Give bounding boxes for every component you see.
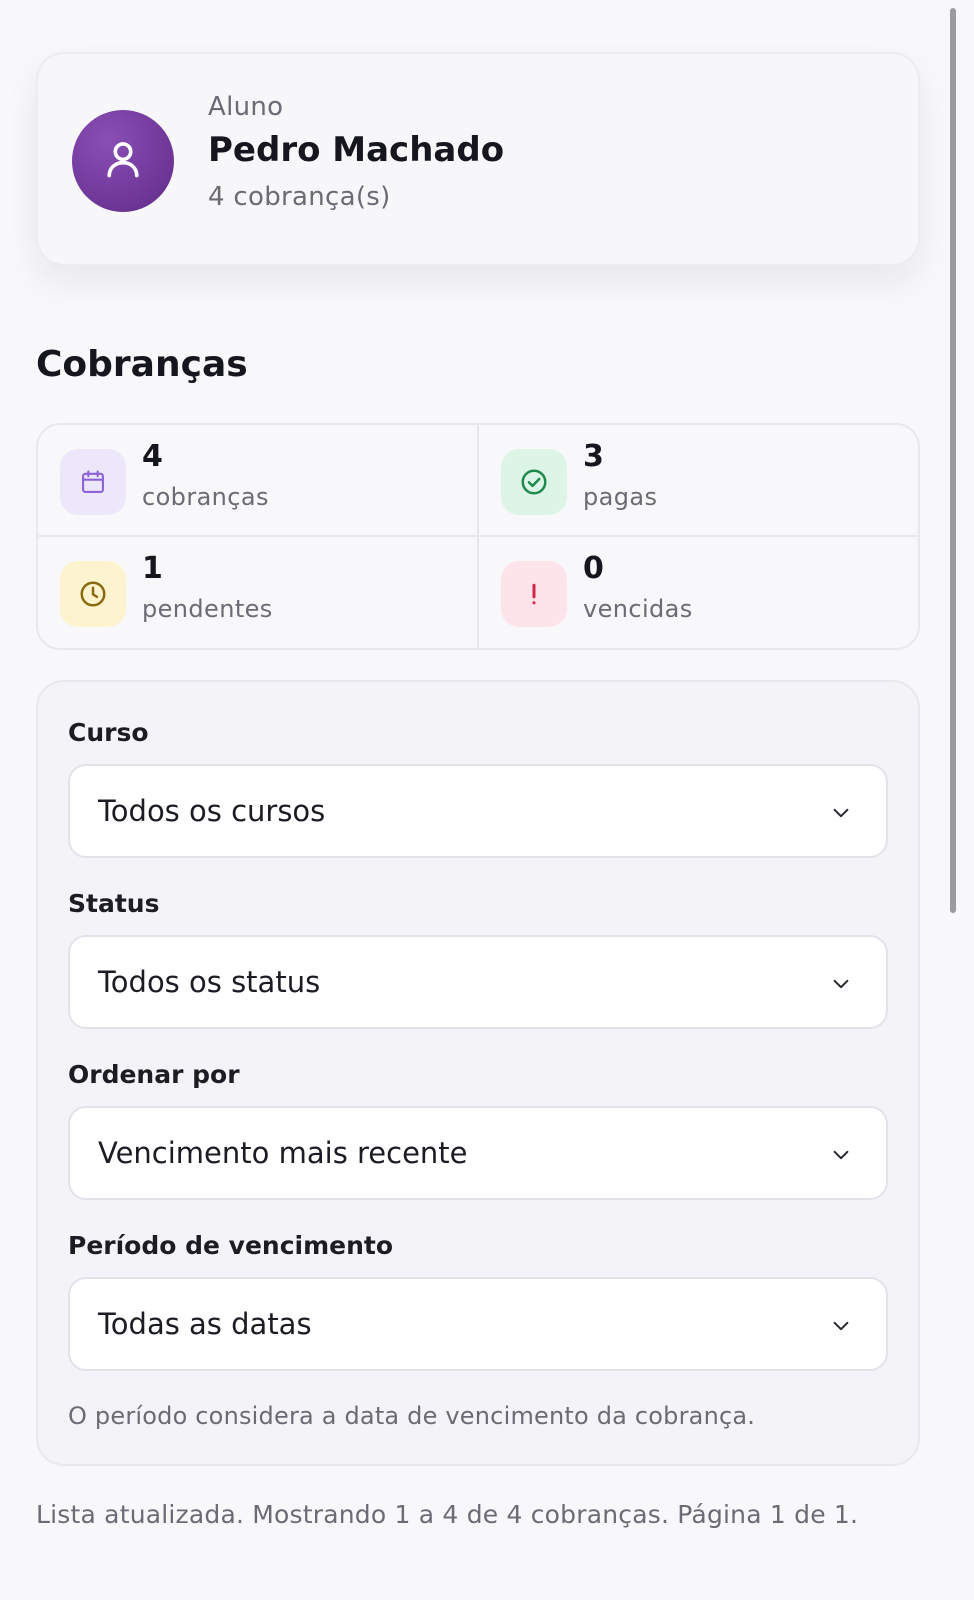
course-select[interactable]: Todos os cursos bbox=[68, 764, 888, 858]
period-hint: O período considera a data de vencimento… bbox=[68, 1402, 756, 1430]
course-select-value: Todos os cursos bbox=[98, 794, 326, 828]
period-select-value: Todas as datas bbox=[98, 1307, 312, 1341]
chevron-down-icon bbox=[830, 802, 852, 828]
charges-count: 4 cobrança(s) bbox=[208, 182, 391, 212]
period-label: Período de vencimento bbox=[68, 1231, 394, 1260]
stat-label: pagas bbox=[583, 483, 658, 511]
stat-pending: 1 pendentes bbox=[38, 537, 479, 648]
stat-value: 1 bbox=[142, 551, 163, 586]
section-title: Cobranças bbox=[36, 344, 248, 385]
status-select-value: Todos os status bbox=[98, 965, 321, 999]
chevron-down-icon bbox=[830, 973, 852, 999]
status-label: Status bbox=[68, 889, 160, 918]
student-name: Pedro Machado bbox=[208, 130, 505, 170]
student-info: Aluno Pedro Machado 4 cobrança(s) bbox=[208, 92, 504, 212]
stat-paid: 3 pagas bbox=[479, 425, 918, 537]
check-circle-icon bbox=[501, 449, 567, 515]
avatar bbox=[72, 110, 174, 212]
student-card: Aluno Pedro Machado 4 cobrança(s) bbox=[36, 52, 920, 266]
sort-select-value: Vencimento mais recente bbox=[98, 1136, 468, 1170]
stat-value: 0 bbox=[583, 551, 604, 586]
chevron-down-icon bbox=[830, 1144, 852, 1170]
alert-icon bbox=[501, 561, 567, 627]
filters-panel: Curso Todos os cursos Status Todos os st… bbox=[36, 680, 920, 1466]
role-label: Aluno bbox=[208, 92, 284, 122]
stat-label: pendentes bbox=[142, 595, 273, 623]
sort-select[interactable]: Vencimento mais recente bbox=[68, 1106, 888, 1200]
chevron-down-icon bbox=[830, 1315, 852, 1341]
stat-value: 4 bbox=[142, 439, 163, 474]
course-label: Curso bbox=[68, 718, 149, 747]
stat-value: 3 bbox=[583, 439, 604, 474]
scrollbar[interactable] bbox=[950, 8, 956, 913]
clock-icon bbox=[60, 561, 126, 627]
stat-label: vencidas bbox=[583, 595, 693, 623]
stat-total: 4 cobranças bbox=[38, 425, 479, 537]
user-icon bbox=[101, 137, 145, 185]
stats-grid: 4 cobranças 3 pagas 1 pendentes 0 vencid… bbox=[36, 423, 920, 650]
list-status: Lista atualizada. Mostrando 1 a 4 de 4 c… bbox=[36, 1500, 859, 1529]
stat-overdue: 0 vencidas bbox=[479, 537, 918, 648]
status-select[interactable]: Todos os status bbox=[68, 935, 888, 1029]
calendar-icon bbox=[60, 449, 126, 515]
period-select[interactable]: Todas as datas bbox=[68, 1277, 888, 1371]
sort-label: Ordenar por bbox=[68, 1060, 240, 1089]
stat-label: cobranças bbox=[142, 483, 269, 511]
page: Aluno Pedro Machado 4 cobrança(s) Cobran… bbox=[0, 0, 974, 1600]
